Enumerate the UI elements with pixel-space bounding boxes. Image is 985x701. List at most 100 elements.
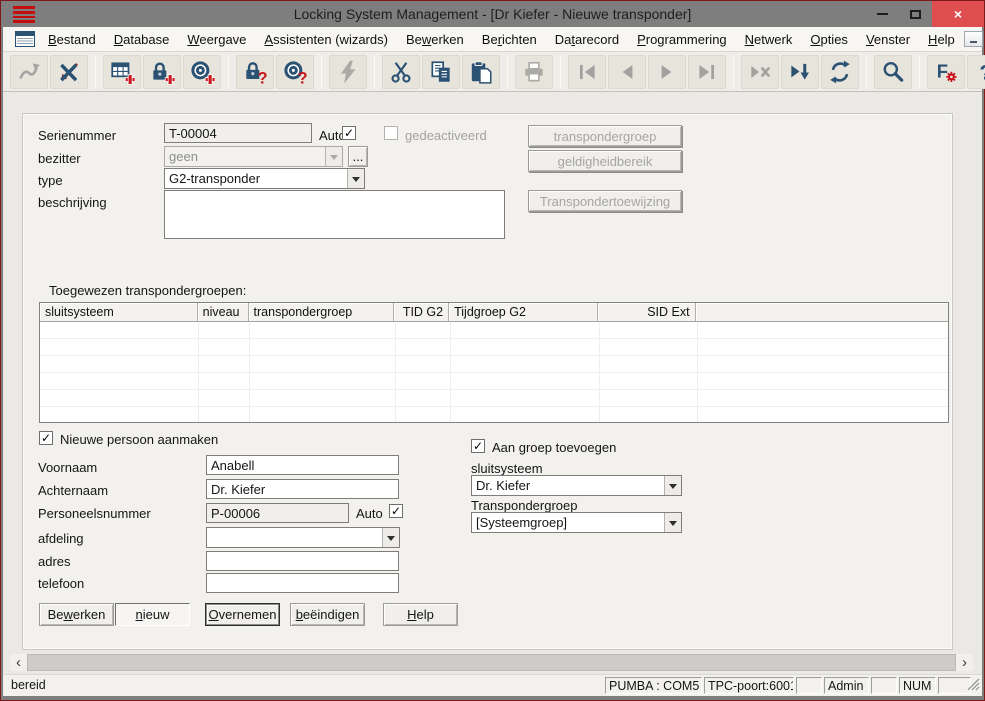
group-transpondergroep-label: Transpondergroep <box>471 498 578 513</box>
disconnect-button[interactable] <box>50 54 88 89</box>
mdi-minimize-button[interactable] <box>963 31 983 47</box>
personeelsnummer-input[interactable] <box>206 503 349 523</box>
next-record-icon <box>654 59 680 85</box>
menu-bewerken[interactable]: Bewerken <box>397 32 473 47</box>
nieuwe-persoon-checkbox[interactable]: ✓ <box>39 431 53 445</box>
bezitter-browse-button[interactable]: ... <box>348 146 368 167</box>
auto-checkbox[interactable]: ✓ <box>342 126 356 140</box>
cut-button[interactable] <box>382 54 420 89</box>
menu-berichten[interactable]: Berichten <box>473 32 546 47</box>
scroll-right-button[interactable]: › <box>956 654 973 671</box>
column-header-transpondergroep[interactable]: transpondergroep <box>249 303 395 321</box>
transpondertoewijzing-button[interactable]: Transpondertoewijzing <box>528 190 682 212</box>
last-record-button[interactable] <box>688 54 726 89</box>
close-button[interactable]: × <box>932 1 984 27</box>
nieuw-button[interactable]: n ieuw <box>115 603 190 626</box>
menu-assistenten[interactable]: Assistenten (wizards) <box>255 32 397 47</box>
menu-venster[interactable]: Venster <box>857 32 919 47</box>
program-button[interactable] <box>329 54 367 89</box>
achternaam-input[interactable] <box>206 479 399 499</box>
column-header-niveau[interactable]: niveau <box>198 303 249 321</box>
toolbar-separator <box>733 54 734 89</box>
copy-icon <box>428 59 454 85</box>
read-lock-icon: ? <box>242 59 268 85</box>
mdi-document-icon[interactable] <box>15 31 35 47</box>
voornaam-input[interactable] <box>206 455 399 475</box>
bezitter-label: bezitter <box>38 151 81 166</box>
group-sluitsysteem-select[interactable]: Dr. Kiefer <box>471 475 682 496</box>
column-header-tid-g2[interactable]: TID G2 <box>394 303 450 321</box>
copy-button[interactable] <box>422 54 460 89</box>
transpondergroep-button[interactable]: transpondergroep <box>528 125 682 147</box>
menu-datarecord[interactable]: Datarecord <box>546 32 628 47</box>
delete-record-button[interactable] <box>741 54 779 89</box>
column-header-tijdgroep-g2[interactable]: Tijdgroep G2 <box>449 303 598 321</box>
adres-input[interactable] <box>206 551 399 571</box>
personeelsnummer-auto-checkbox[interactable]: ✓ <box>389 504 403 518</box>
filter-settings-button[interactable]: F <box>927 54 965 89</box>
status-panel-blank-2 <box>871 677 897 694</box>
new-lock-button[interactable] <box>143 54 181 89</box>
print-button[interactable] <box>515 54 553 89</box>
menu-database[interactable]: Database <box>105 32 179 47</box>
svg-text:?: ? <box>298 69 308 85</box>
application-window: Locking System Management - [Dr Kiefer -… <box>0 0 985 701</box>
scroll-right-icon: › <box>962 654 967 671</box>
menu-bestand[interactable]: Bestand <box>39 32 105 47</box>
last-record-icon <box>694 59 720 85</box>
help-button[interactable]: ? <box>967 54 985 89</box>
table-header-row: sluitsysteem niveau transpondergroep TID… <box>40 303 948 322</box>
minimize-icon <box>876 13 888 15</box>
menu-netwerk[interactable]: Netwerk <box>736 32 802 47</box>
column-header-sluitsysteem[interactable]: sluitsysteem <box>40 303 198 321</box>
beschrijving-textarea[interactable] <box>164 190 505 239</box>
filter-settings-icon: F <box>933 59 959 85</box>
serienummer-input[interactable] <box>164 123 312 143</box>
menu-programmering[interactable]: Programmering <box>628 32 736 47</box>
new-locking-system-button[interactable] <box>103 54 141 89</box>
help-action-button[interactable]: Help <box>383 603 458 626</box>
read-transponder-button[interactable]: ? <box>276 54 314 89</box>
aan-groep-checkbox[interactable]: ✓ <box>471 439 485 453</box>
goto-record-button[interactable] <box>781 54 819 89</box>
afdeling-select[interactable] <box>206 527 400 548</box>
minimize-button[interactable] <box>868 1 896 27</box>
overnemen-button[interactable]: Overnemen <box>205 603 280 626</box>
gedeactiveerd-checkbox[interactable] <box>384 126 398 140</box>
bezitter-select[interactable]: geen <box>164 146 343 167</box>
dropdown-arrow-icon <box>664 513 681 532</box>
menu-help[interactable]: Help <box>919 32 964 47</box>
previous-record-button[interactable] <box>608 54 646 89</box>
table-body[interactable] <box>40 322 948 422</box>
connect-button[interactable] <box>10 54 48 89</box>
status-panel-port: TPC-poort:6001 <box>704 677 794 694</box>
next-record-button[interactable] <box>648 54 686 89</box>
resize-grip[interactable] <box>966 677 981 694</box>
beeindigen-button[interactable]: b eëindigen <box>290 603 365 626</box>
bewerken-button[interactable]: Be w erken <box>39 603 114 626</box>
toolbar-separator <box>95 54 96 89</box>
refresh-button[interactable] <box>821 54 859 89</box>
search-button[interactable] <box>874 54 912 89</box>
column-header-sid-ext[interactable]: SID Ext <box>598 303 696 321</box>
column-header-blank[interactable] <box>696 303 948 321</box>
geldigheidbereik-button[interactable]: geldigheidbereik <box>528 150 682 172</box>
previous-record-icon <box>614 59 640 85</box>
type-select[interactable]: G2-transponder <box>164 168 365 189</box>
read-lock-button[interactable]: ? <box>236 54 274 89</box>
menu-opties[interactable]: Opties <box>801 32 857 47</box>
toolbar-separator <box>919 54 920 89</box>
read-transponder-icon: ? <box>282 59 308 85</box>
telefoon-input[interactable] <box>206 573 399 593</box>
connect-icon <box>16 59 42 85</box>
scrollbar-thumb[interactable] <box>27 654 956 671</box>
menu-weergave[interactable]: Weergave <box>178 32 255 47</box>
group-transpondergroep-select[interactable]: [Systeemgroep] <box>471 512 682 533</box>
delete-record-icon <box>747 59 773 85</box>
new-transponder-button[interactable] <box>183 54 221 89</box>
window-title: Locking System Management - [Dr Kiefer -… <box>293 6 692 22</box>
first-record-button[interactable] <box>568 54 606 89</box>
paste-button[interactable] <box>462 54 500 89</box>
maximize-button[interactable] <box>901 1 929 27</box>
scroll-left-button[interactable]: ‹ <box>10 654 27 671</box>
